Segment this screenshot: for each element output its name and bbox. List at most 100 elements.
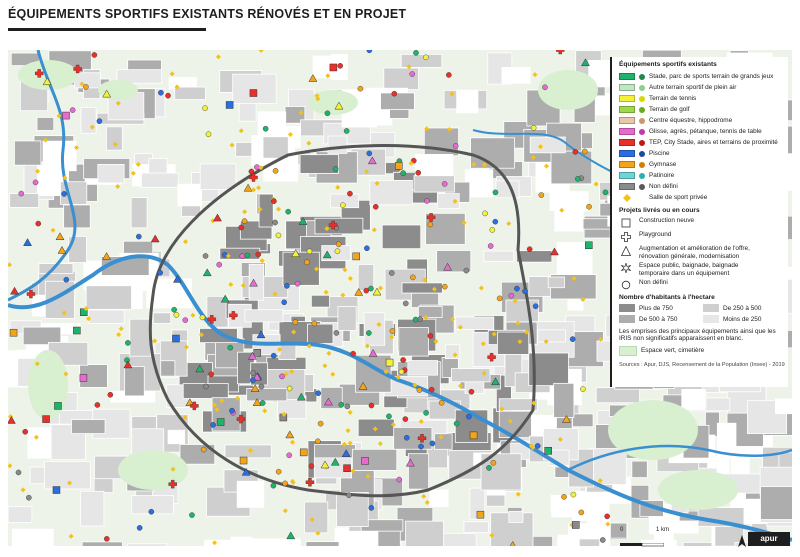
equipment-marker: [294, 280, 301, 287]
iris-block: [36, 117, 55, 131]
equipment-marker: [32, 179, 39, 186]
legend-project-item: Construction neuve: [619, 217, 788, 229]
iris-block: [167, 429, 186, 445]
legend-dot: [639, 172, 645, 179]
equipment-marker: [315, 390, 322, 397]
iris-block: [381, 224, 422, 250]
legend-item: Terrain de tennis: [619, 93, 788, 104]
equipment-marker: [427, 333, 434, 339]
iris-block: [505, 299, 539, 323]
legend-density-item: De 500 à 750: [619, 315, 703, 323]
equipment-marker: [396, 476, 403, 483]
scale-bar: [620, 535, 665, 553]
iris-block: [551, 497, 577, 518]
equipment-marker: [22, 428, 28, 435]
new-construction-marker: [73, 326, 81, 335]
equipment-marker: [508, 292, 515, 299]
equipment-marker: [347, 190, 353, 197]
equipment-marker: [158, 89, 164, 96]
iris-block: [177, 183, 202, 207]
equipment-marker: [284, 283, 290, 289]
equipment-marker: [239, 253, 246, 259]
legend-label: Terrain de golf: [649, 106, 690, 113]
equipment-marker: [410, 274, 416, 281]
equipment-marker: [306, 248, 313, 255]
green-space: [28, 350, 68, 420]
iris-block: [124, 366, 145, 397]
equipment-marker: [18, 190, 25, 197]
iris-block: [232, 73, 277, 104]
equipment-marker: [453, 420, 460, 427]
new-construction-marker: [216, 418, 225, 426]
legend-dot: [639, 95, 645, 102]
square-icon: [619, 217, 633, 229]
equipment-marker: [250, 377, 256, 384]
page-title: ÉQUIPEMENTS SPORTIFS EXISTANTS RÉNOVÉS E…: [8, 7, 407, 21]
equipment-marker: [578, 509, 585, 516]
green-space: [658, 470, 738, 510]
legend-label: Espace public, baignade, baignade tempor…: [639, 262, 739, 277]
equipment-marker: [255, 251, 262, 258]
legend-item: Non défini: [619, 181, 788, 192]
equipment-marker: [366, 330, 372, 336]
equipment-marker: [103, 536, 110, 542]
equipment-marker: [258, 383, 265, 390]
iris-block: [531, 535, 554, 546]
iris-block: [400, 54, 443, 68]
legend-label: TEP, City Stade, aires et terrains de pr…: [649, 139, 778, 146]
iris-block: [81, 541, 123, 546]
equipment-marker: [248, 168, 255, 175]
iris-block: [398, 327, 429, 357]
iris-block: [236, 480, 265, 508]
iris-block: [307, 323, 334, 344]
equipment-marker: [334, 248, 341, 255]
equipment-marker: [285, 208, 291, 215]
equipment-marker: [337, 63, 343, 69]
legend-swatch: [619, 183, 635, 190]
legend-swatch: [619, 73, 635, 80]
iris-block: [434, 433, 453, 450]
legend-label: Gymnase: [649, 161, 677, 168]
legend-density-item: Moins de 250: [703, 315, 787, 323]
equipment-marker: [575, 176, 581, 182]
equipment-marker: [270, 482, 277, 489]
new-construction-marker: [343, 464, 351, 472]
legend-project-item: Augmentation et amélioration de l'offre,…: [619, 245, 788, 260]
iris-block: [497, 331, 530, 355]
equipment-marker: [492, 218, 499, 225]
legend-swatch: [619, 315, 635, 323]
legend-swatch: [619, 345, 637, 356]
equipment-marker: [229, 407, 235, 414]
legend-label: Stade, parc de sports terrain de grands …: [649, 73, 774, 80]
equipment-marker: [125, 340, 131, 346]
equipment-marker: [275, 232, 282, 239]
iris-block: [337, 306, 357, 331]
legend-label: Piscine: [649, 150, 670, 157]
legend-item: Piscine: [619, 148, 788, 159]
iris-block: [418, 305, 443, 318]
equipment-marker: [538, 192, 545, 198]
new-construction-marker: [52, 486, 61, 494]
equipment-marker: [317, 420, 324, 427]
legend-label: Centre équestre, hippodrome: [649, 117, 733, 124]
circle-icon: [619, 279, 633, 291]
iris-block: [429, 489, 449, 508]
legend-project-item: Espace public, baignade, baignade tempor…: [619, 262, 788, 277]
iris-block: [553, 382, 575, 418]
equipment-marker: [216, 261, 223, 268]
legend-label: Playground: [639, 231, 672, 238]
new-construction-marker: [476, 510, 485, 519]
legend-density-title: Nombre d'habitants à l'hectare: [619, 294, 715, 301]
equipment-marker: [315, 438, 321, 445]
new-construction-marker: [239, 456, 248, 465]
equipment-marker: [292, 319, 299, 325]
iris-block: [88, 309, 125, 324]
equipment-marker: [599, 537, 606, 543]
equipment-marker: [489, 227, 496, 233]
equipment-marker: [366, 150, 373, 157]
legend-label: Moins de 250: [723, 315, 762, 323]
iris-block: [244, 309, 284, 323]
equipment-marker: [580, 386, 586, 392]
green-space: [118, 450, 188, 490]
legend-label: Espace vert, cimetière: [641, 347, 705, 355]
